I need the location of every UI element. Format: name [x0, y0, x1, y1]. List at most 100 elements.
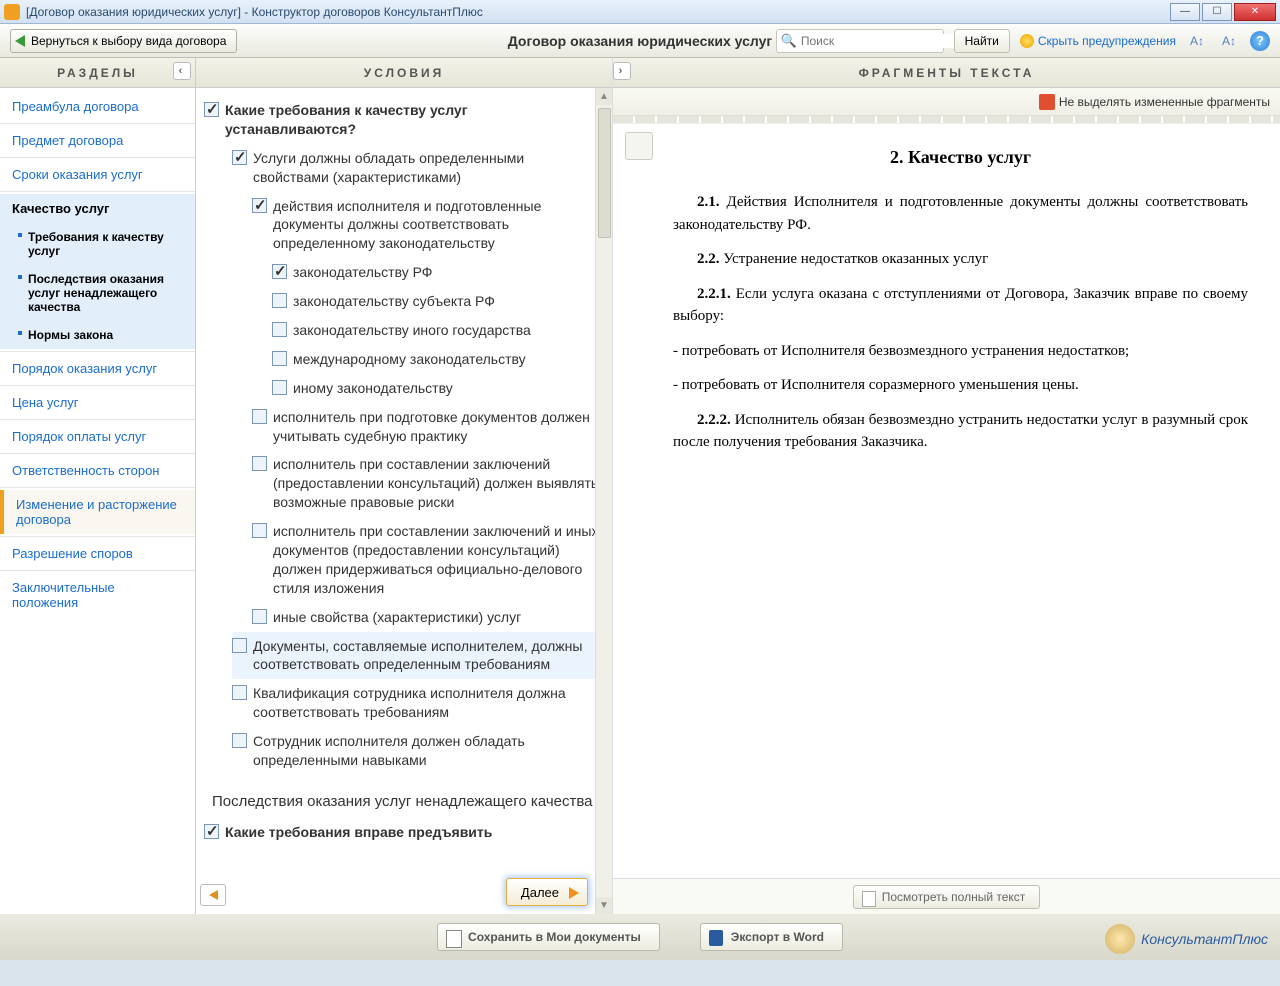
app-icon: [4, 4, 20, 20]
conditions-scrollbar[interactable]: ▲ ▼: [595, 88, 612, 914]
next-button[interactable]: Далее: [506, 878, 588, 906]
no-highlight-link[interactable]: Не выделять измененные фрагменты: [1039, 94, 1270, 110]
expand-fragments-button[interactable]: ›: [613, 62, 631, 80]
search-input[interactable]: [801, 34, 956, 48]
condition-row[interactable]: Услуги должны обладать определенными сво…: [232, 144, 604, 192]
checkbox[interactable]: [232, 638, 247, 653]
hide-warnings-link[interactable]: Скрыть предупреждения: [1020, 34, 1176, 48]
condition-row[interactable]: исполнитель при составлении заключений (…: [252, 450, 604, 517]
document-icon[interactable]: [625, 132, 653, 160]
sections-list: Преамбула договора Предмет договора Срок…: [0, 88, 195, 914]
sidebar-item-quality[interactable]: Качество услуг: [0, 194, 195, 223]
sidebar-item-amendment[interactable]: Изменение и расторжение договора: [0, 490, 195, 534]
checkbox[interactable]: [204, 824, 219, 839]
sidebar-item-price[interactable]: Цена услуг: [0, 388, 195, 417]
condition-label: Какие требования к качеству услуг устана…: [225, 101, 600, 139]
condition-row[interactable]: Какие требования к качеству услуг устана…: [204, 96, 604, 144]
sidebar-item-final[interactable]: Заключительные положения: [0, 573, 195, 617]
prev-condition-button[interactable]: [200, 884, 226, 906]
checkbox[interactable]: [272, 264, 287, 279]
sections-header-label: РАЗДЕЛЫ: [57, 66, 138, 80]
warning-icon: [1020, 34, 1034, 48]
condition-row[interactable]: иные свойства (характеристики) услуг: [252, 603, 604, 632]
search-box[interactable]: 🔍 ✎: [776, 29, 944, 53]
sidebar-item-terms[interactable]: Сроки оказания услуг: [0, 160, 195, 189]
checkbox[interactable]: [272, 351, 287, 366]
conditions-body: Какие требования к качеству услуг устана…: [196, 88, 612, 914]
condition-row[interactable]: Квалификация сотрудника исполнителя долж…: [232, 679, 604, 727]
collapse-sections-button[interactable]: ‹: [173, 62, 191, 80]
sidebar-sub-requirements[interactable]: Требования к качеству услуг: [0, 223, 195, 265]
sidebar-item-disputes[interactable]: Разрешение споров: [0, 539, 195, 568]
condition-label: международному законодательству: [293, 350, 526, 369]
condition-row[interactable]: Какие требования вправе предъявить: [204, 818, 604, 847]
checkbox[interactable]: [252, 198, 267, 213]
condition-label: Услуги должны обладать определенными сво…: [253, 149, 600, 187]
maximize-button[interactable]: ☐: [1202, 3, 1232, 21]
view-full-text-button[interactable]: Посмотреть полный текст: [853, 885, 1041, 909]
back-button-label: Вернуться к выбору вида договора: [31, 34, 226, 48]
contract-title: Договор оказания юридических услуг: [508, 33, 772, 49]
condition-row[interactable]: законодательству иного государства: [272, 316, 604, 345]
back-to-contract-type-button[interactable]: Вернуться к выбору вида договора: [10, 29, 237, 53]
condition-row[interactable]: исполнитель при составлении заключений и…: [252, 517, 604, 603]
condition-row[interactable]: Сотрудник исполнителя должен обладать оп…: [232, 727, 604, 775]
condition-row[interactable]: исполнитель при подготовке документов до…: [252, 403, 604, 451]
sidebar-item-subject[interactable]: Предмет договора: [0, 126, 195, 155]
sidebar-item-payment[interactable]: Порядок оплаты услуг: [0, 422, 195, 451]
checkbox[interactable]: [252, 523, 267, 538]
font-size-up-button[interactable]: A↕: [1186, 30, 1208, 52]
scroll-thumb[interactable]: [598, 108, 611, 238]
arrow-left-icon: [15, 35, 25, 47]
condition-row[interactable]: законодательству субъекта РФ: [272, 287, 604, 316]
checkbox[interactable]: [272, 293, 287, 308]
checkbox[interactable]: [272, 380, 287, 395]
condition-row[interactable]: международному законодательству: [272, 345, 604, 374]
condition-label: Какие требования вправе предъявить: [225, 823, 492, 842]
checkbox[interactable]: [204, 102, 219, 117]
p222-text: Исполнитель обязан безвозмездно устранит…: [673, 412, 1248, 451]
sidebar-sub-consequences[interactable]: Последствия оказания услуг ненадлежащего…: [0, 265, 195, 321]
condition-row[interactable]: действия исполнителя и подготовленные до…: [252, 192, 604, 259]
p221-text: Если услуга оказана с отступлениями от Д…: [673, 286, 1248, 325]
help-button[interactable]: ?: [1250, 31, 1270, 51]
sidebar-item-order[interactable]: Порядок оказания услуг: [0, 354, 195, 383]
export-word-button[interactable]: Экспорт в Word: [700, 923, 843, 951]
checkbox[interactable]: [252, 409, 267, 424]
conditions-header-label: УСЛОВИЯ: [364, 66, 445, 80]
toolbar: Вернуться к выбору вида договора Договор…: [0, 24, 1280, 58]
condition-row[interactable]: Документы, составляемые исполнителем, до…: [232, 632, 604, 680]
brand-label: КонсультантПлюс: [1141, 931, 1268, 947]
page-edge-decoration: [613, 116, 1280, 124]
checkbox[interactable]: [252, 456, 267, 471]
p21-text: Действия Исполнителя и подготовленные до…: [673, 194, 1248, 233]
window-title: [Договор оказания юридических услуг] - К…: [26, 5, 1170, 19]
bullet-1: - потребовать от Исполнителя безвозмездн…: [673, 340, 1248, 363]
document-text: 2. Качество услуг 2.1. Действия Исполнит…: [613, 124, 1280, 878]
save-to-my-docs-button[interactable]: Сохранить в Мои документы: [437, 923, 660, 951]
minimize-button[interactable]: —: [1170, 3, 1200, 21]
sidebar-item-responsibility[interactable]: Ответственность сторон: [0, 456, 195, 485]
sidebar-item-preamble[interactable]: Преамбула договора: [0, 92, 195, 121]
p221-num: 2.2.1.: [697, 286, 731, 302]
sidebar-sub-law[interactable]: Нормы закона: [0, 321, 195, 349]
condition-label: Сотрудник исполнителя должен обладать оп…: [253, 732, 600, 770]
scroll-down-icon[interactable]: ▼: [596, 897, 612, 914]
condition-label: исполнитель при подготовке документов до…: [273, 408, 600, 446]
p21-num: 2.1.: [697, 194, 720, 210]
condition-row[interactable]: законодательству РФ: [272, 258, 604, 287]
checkbox[interactable]: [232, 150, 247, 165]
condition-label: действия исполнителя и подготовленные до…: [273, 197, 600, 254]
font-size-down-button[interactable]: A↕: [1218, 30, 1240, 52]
scroll-up-icon[interactable]: ▲: [596, 88, 612, 105]
fragments-subheader: Не выделять измененные фрагменты: [613, 88, 1280, 116]
checkbox[interactable]: [232, 685, 247, 700]
checkbox[interactable]: [252, 609, 267, 624]
bottom-bar: Сохранить в Мои документы Экспорт в Word…: [0, 914, 1280, 960]
checkbox[interactable]: [272, 322, 287, 337]
close-button[interactable]: ✕: [1234, 3, 1276, 21]
condition-row[interactable]: иному законодательству: [272, 374, 604, 403]
find-button[interactable]: Найти: [954, 29, 1010, 53]
condition-label: исполнитель при составлении заключений (…: [273, 455, 600, 512]
checkbox[interactable]: [232, 733, 247, 748]
